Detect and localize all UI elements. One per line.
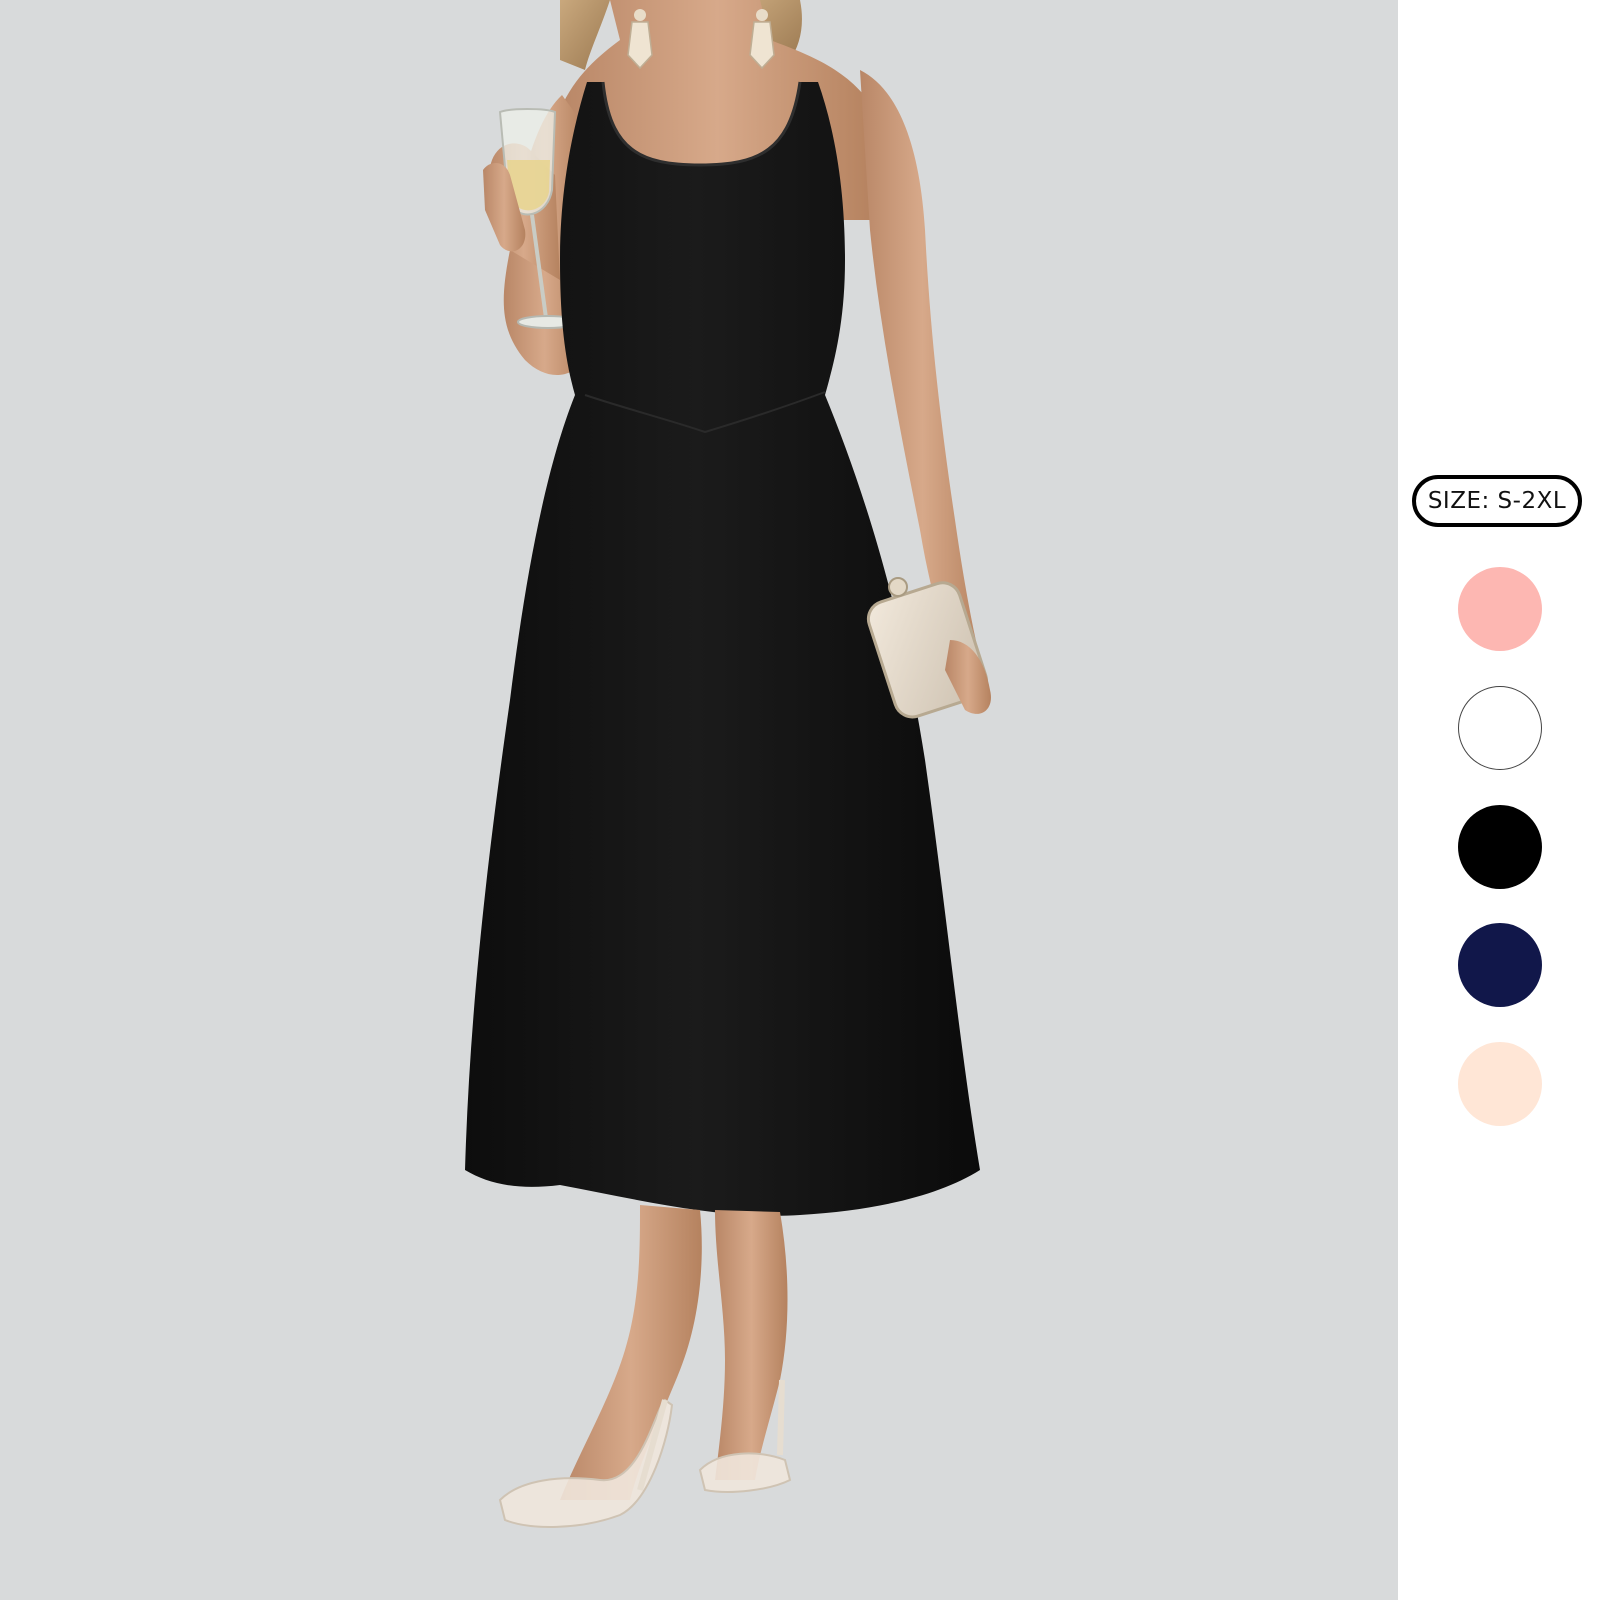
right-leg bbox=[715, 1210, 788, 1480]
color-swatch-navy[interactable] bbox=[1458, 923, 1542, 1007]
variant-panel: SIZE: S-2XL bbox=[1398, 0, 1600, 1600]
left-leg bbox=[560, 1205, 702, 1500]
model-photo-illustration bbox=[465, 0, 991, 1528]
product-image-canvas: SIZE: S-2XL bbox=[0, 0, 1600, 1600]
color-swatch-apricot[interactable] bbox=[1458, 1042, 1542, 1126]
color-swatch-black[interactable] bbox=[1458, 805, 1542, 889]
size-range-badge: SIZE: S-2XL bbox=[1412, 475, 1582, 527]
color-swatch-pink[interactable] bbox=[1458, 567, 1542, 651]
color-swatch-white[interactable] bbox=[1458, 686, 1542, 770]
model-photo bbox=[0, 0, 1398, 1600]
